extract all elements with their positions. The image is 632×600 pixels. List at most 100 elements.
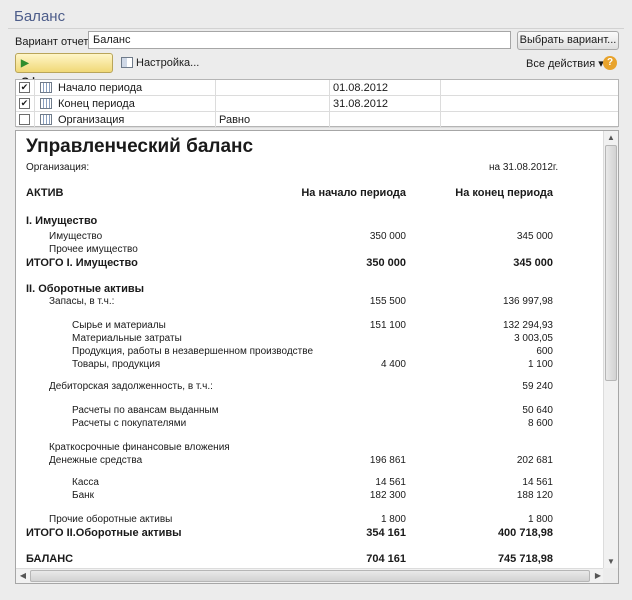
report-row: Прочее имущество: [16, 244, 601, 257]
play-icon: ▶: [21, 58, 29, 69]
all-actions-menu[interactable]: Все действия ▾: [526, 57, 604, 70]
variant-input[interactable]: Баланс: [88, 31, 511, 49]
column-divider: [34, 112, 35, 127]
row-end-value: 132 294,93: [502, 320, 553, 331]
column-divider: [440, 96, 441, 111]
row-start-value: 182 300: [369, 490, 406, 501]
report-row: Продукция, работы в незавершенном произв…: [16, 346, 601, 359]
vertical-scroll-thumb[interactable]: [605, 145, 617, 381]
row-start-value: 196 861: [369, 455, 406, 466]
row-label: Денежные средства: [49, 455, 143, 466]
row-start-value: 354 161: [366, 527, 406, 539]
row-start-value: 704 161: [366, 553, 406, 565]
row-label: Имущество: [49, 231, 103, 242]
report-row: Дебиторская задолженность, в т.ч.: 59 240: [16, 381, 601, 394]
column-divider: [440, 80, 441, 95]
row-label: Краткосрочные финансовые вложения: [49, 442, 230, 453]
report-title: Управленческий баланс: [26, 136, 254, 157]
settings-icon: [121, 57, 133, 68]
row-label: Товары, продукция: [72, 359, 161, 370]
scroll-up-icon[interactable]: ▲: [604, 131, 618, 145]
row-label: II. Оборотные активы: [26, 283, 144, 295]
row-start-value: 1 800: [380, 514, 406, 525]
row-end-value: 600: [536, 346, 553, 357]
help-icon[interactable]: ?: [603, 56, 617, 70]
column-end-header: На конец периода: [455, 187, 553, 199]
parameter-checkbox[interactable]: ✔: [19, 98, 30, 109]
parameter-comparison[interactable]: Равно: [219, 114, 250, 126]
report-row: Касса 14 561 14 561: [16, 477, 601, 490]
report-row: II. Оборотные активы: [16, 283, 601, 296]
column-divider: [329, 112, 330, 127]
parameter-checkbox[interactable]: [19, 114, 30, 125]
row-end-value: 345 000: [516, 231, 553, 242]
parameter-label: Конец периода: [58, 98, 135, 110]
column-asset-header: АКТИВ: [26, 187, 64, 199]
report-row: БАЛАНС 704 161 745 718,98: [16, 553, 601, 566]
report-row: I. Имущество: [16, 215, 601, 228]
row-start-value: 155 500: [369, 296, 406, 307]
row-end-value: 745 718,98: [497, 553, 553, 565]
vertical-scrollbar[interactable]: ▲ ▼: [603, 131, 618, 569]
calendar-icon: [40, 114, 52, 125]
calendar-icon: [40, 98, 52, 109]
variant-label: Вариант отчета:: [15, 36, 98, 48]
parameter-row: ✔ Конец периода 31.08.2012: [16, 96, 618, 112]
row-start-value: 350 000: [366, 257, 406, 269]
row-end-value: 345 000: [513, 257, 553, 269]
row-end-value: 1 100: [527, 359, 553, 370]
report-row: Денежные средства 196 861 202 681: [16, 455, 601, 468]
row-label: Расчеты с покупателями: [72, 418, 187, 429]
column-divider: [329, 96, 330, 111]
horizontal-scroll-thumb[interactable]: [30, 570, 590, 582]
report-row: Банк 182 300 188 120: [16, 490, 601, 503]
row-label: Прочее имущество: [49, 244, 138, 255]
scroll-down-icon[interactable]: ▼: [604, 555, 618, 569]
row-end-value: 59 240: [522, 381, 553, 392]
scroll-left-icon[interactable]: ◀: [16, 569, 30, 583]
report-row: Материальные затраты 3 003,05: [16, 333, 601, 346]
row-end-value: 202 681: [516, 455, 553, 466]
choose-variant-button[interactable]: Выбрать вариант...: [517, 31, 619, 50]
row-start-value: 350 000: [369, 231, 406, 242]
report-row: Расчеты по авансам выданным 50 640: [16, 405, 601, 418]
row-end-value: 1 800: [527, 514, 553, 525]
row-label: Сырье и материалы: [72, 320, 166, 331]
title-divider: [8, 28, 624, 29]
settings-button[interactable]: Настройка...: [121, 57, 199, 69]
row-end-value: 400 718,98: [497, 527, 553, 539]
row-label: Продукция, работы в незавершенном произв…: [72, 346, 314, 357]
calendar-icon: [40, 82, 52, 93]
row-label: Запасы, в т.ч.:: [49, 296, 115, 307]
column-divider: [34, 80, 35, 95]
report-row: Сырье и материалы 151 100 132 294,93: [16, 320, 601, 333]
row-label: Дебиторская задолженность, в т.ч.:: [49, 381, 213, 392]
report-row: Товары, продукция 4 400 1 100: [16, 359, 601, 372]
generate-report-button[interactable]: ▶Сформировать: [15, 53, 113, 88]
row-label: Банк: [72, 490, 95, 501]
parameter-label: Начало периода: [58, 82, 143, 94]
column-divider: [215, 80, 216, 95]
row-end-value: 136 997,98: [502, 296, 553, 307]
row-end-value: 14 561: [522, 477, 553, 488]
parameter-value[interactable]: 01.08.2012: [333, 82, 388, 94]
column-divider: [215, 112, 216, 127]
row-label: ИТОГО II.Оборотные активы: [26, 527, 182, 539]
report-row: Имущество 350 000 345 000: [16, 231, 601, 244]
row-label: ИТОГО I. Имущество: [26, 257, 138, 269]
row-label: Прочие оборотные активы: [49, 514, 173, 525]
parameter-checkbox[interactable]: ✔: [19, 82, 30, 93]
row-label: Касса: [72, 477, 99, 488]
scroll-corner: [603, 568, 618, 583]
report-row: ИТОГО II.Оборотные активы 354 161 400 718,…: [16, 527, 601, 540]
parameter-value[interactable]: 31.08.2012: [333, 98, 388, 110]
report-row: Запасы, в т.ч.: 155 500 136 997,98: [16, 296, 601, 309]
parameter-label: Организация: [58, 114, 125, 126]
window-title: Баланс: [14, 8, 66, 25]
horizontal-scrollbar[interactable]: ◀ ▶: [16, 568, 605, 583]
settings-label: Настройка...: [136, 57, 200, 69]
report-organization-label: Организация:: [26, 162, 90, 173]
row-end-value: 188 120: [516, 490, 553, 501]
row-label: БАЛАНС: [26, 553, 74, 565]
row-start-value: 151 100: [369, 320, 406, 331]
